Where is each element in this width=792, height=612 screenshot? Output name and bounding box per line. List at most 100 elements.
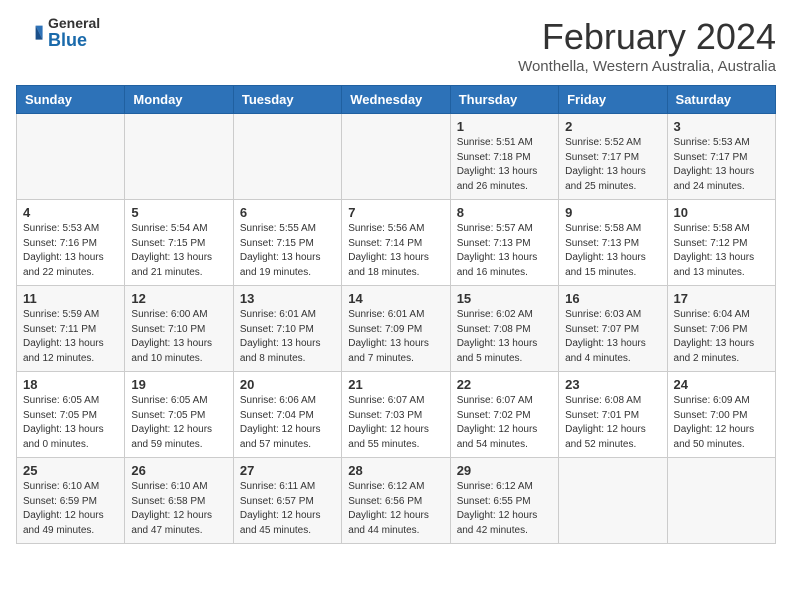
- table-row: [233, 114, 341, 200]
- table-row: 13Sunrise: 6:01 AM Sunset: 7:10 PM Dayli…: [233, 286, 341, 372]
- day-info: Sunrise: 6:09 AM Sunset: 7:00 PM Dayligh…: [674, 394, 769, 452]
- day-number: 20: [240, 377, 335, 392]
- logo-text: General Blue: [48, 16, 100, 51]
- table-row: 28Sunrise: 6:12 AM Sunset: 6:56 PM Dayli…: [342, 458, 450, 544]
- day-info: Sunrise: 5:55 AM Sunset: 7:15 PM Dayligh…: [240, 222, 335, 280]
- day-number: 19: [131, 377, 226, 392]
- table-row: 2Sunrise: 5:52 AM Sunset: 7:17 PM Daylig…: [559, 114, 667, 200]
- day-number: 18: [23, 377, 118, 392]
- day-info: Sunrise: 6:10 AM Sunset: 6:58 PM Dayligh…: [131, 480, 226, 538]
- day-number: 22: [457, 377, 552, 392]
- day-info: Sunrise: 6:10 AM Sunset: 6:59 PM Dayligh…: [23, 480, 118, 538]
- week-row-5: 25 Sunrise: 6:10 AM Sunset: 6:59 PM Dayli…: [17, 458, 776, 544]
- day-info: Sunrise: 6:05 AM Sunset: 7:05 PM Dayligh…: [131, 394, 226, 452]
- page-header: General Blue February 2024 Wonthella, We…: [16, 16, 776, 75]
- logo-general-text: General: [48, 16, 100, 31]
- day-info: Sunrise: 5:58 AM Sunset: 7:12 PM Dayligh…: [674, 222, 769, 280]
- table-row: 5 Sunrise: 5:54 AM Sunset: 7:15 PM Daylig…: [125, 200, 233, 286]
- day-number: 17: [674, 291, 769, 306]
- table-row: 15Sunrise: 6:02 AM Sunset: 7:08 PM Dayli…: [450, 286, 558, 372]
- table-row: 6 Sunrise: 5:55 AM Sunset: 7:15 PM Daylig…: [233, 200, 341, 286]
- day-number: 8: [457, 205, 552, 220]
- day-info: Sunrise: 6:04 AM Sunset: 7:06 PM Dayligh…: [674, 308, 769, 366]
- week-row-2: 4 Sunrise: 5:53 AM Sunset: 7:16 PM Daylig…: [17, 200, 776, 286]
- calendar-header-row: Sunday Monday Tuesday Wednesday Thursday…: [17, 86, 776, 114]
- day-info: Sunrise: 5:52 AM Sunset: 7:17 PM Dayligh…: [565, 136, 660, 194]
- table-row: 1Sunrise: 5:51 AM Sunset: 7:18 PM Daylig…: [450, 114, 558, 200]
- table-row: [342, 114, 450, 200]
- week-row-1: 1Sunrise: 5:51 AM Sunset: 7:18 PM Daylig…: [17, 114, 776, 200]
- day-info: Sunrise: 5:54 AM Sunset: 7:15 PM Dayligh…: [131, 222, 226, 280]
- day-number: 14: [348, 291, 443, 306]
- table-row: [667, 458, 775, 544]
- day-info: Sunrise: 6:06 AM Sunset: 7:04 PM Dayligh…: [240, 394, 335, 452]
- table-row: [125, 114, 233, 200]
- day-info: Sunrise: 6:01 AM Sunset: 7:09 PM Dayligh…: [348, 308, 443, 366]
- day-info: Sunrise: 5:57 AM Sunset: 7:13 PM Dayligh…: [457, 222, 552, 280]
- location-subtitle: Wonthella, Western Australia, Australia: [518, 58, 776, 75]
- day-info: Sunrise: 5:56 AM Sunset: 7:14 PM Dayligh…: [348, 222, 443, 280]
- day-info: Sunrise: 6:02 AM Sunset: 7:08 PM Dayligh…: [457, 308, 552, 366]
- day-number: 24: [674, 377, 769, 392]
- day-number: 16: [565, 291, 660, 306]
- day-number: 4: [23, 205, 118, 220]
- day-info: Sunrise: 6:07 AM Sunset: 7:02 PM Dayligh…: [457, 394, 552, 452]
- table-row: 18 Sunrise: 6:05 AM Sunset: 7:05 PM Dayli…: [17, 372, 125, 458]
- logo: General Blue: [16, 16, 100, 51]
- calendar-table: Sunday Monday Tuesday Wednesday Thursday…: [16, 85, 776, 544]
- table-row: 29 Sunrise: 6:12 AM Sunset: 6:55 PM Dayli…: [450, 458, 558, 544]
- day-info: Sunrise: 6:03 AM Sunset: 7:07 PM Dayligh…: [565, 308, 660, 366]
- day-info: Sunrise: 5:59 AM Sunset: 7:11 PM Dayligh…: [23, 308, 118, 366]
- day-number: 6: [240, 205, 335, 220]
- day-info: Sunrise: 6:12 AM Sunset: 6:55 PM Dayligh…: [457, 480, 552, 538]
- day-info: Sunrise: 6:07 AM Sunset: 7:03 PM Dayligh…: [348, 394, 443, 452]
- col-monday: Monday: [125, 86, 233, 114]
- day-number: 26: [131, 463, 226, 478]
- table-row: 22 Sunrise: 6:07 AM Sunset: 7:02 PM Dayli…: [450, 372, 558, 458]
- col-sunday: Sunday: [17, 86, 125, 114]
- table-row: 21 Sunrise: 6:07 AM Sunset: 7:03 PM Dayli…: [342, 372, 450, 458]
- day-number: 25: [23, 463, 118, 478]
- day-number: 10: [674, 205, 769, 220]
- day-info: Sunrise: 5:58 AM Sunset: 7:13 PM Dayligh…: [565, 222, 660, 280]
- table-row: 14 Sunrise: 6:01 AM Sunset: 7:09 PM Dayli…: [342, 286, 450, 372]
- table-row: [17, 114, 125, 200]
- table-row: 9Sunrise: 5:58 AM Sunset: 7:13 PM Daylig…: [559, 200, 667, 286]
- table-row: 7Sunrise: 5:56 AM Sunset: 7:14 PM Daylig…: [342, 200, 450, 286]
- table-row: 19 Sunrise: 6:05 AM Sunset: 7:05 PM Dayli…: [125, 372, 233, 458]
- day-number: 1: [457, 119, 552, 134]
- logo-blue-text: Blue: [48, 31, 100, 51]
- col-tuesday: Tuesday: [233, 86, 341, 114]
- col-friday: Friday: [559, 86, 667, 114]
- table-row: 11Sunrise: 5:59 AM Sunset: 7:11 PM Dayli…: [17, 286, 125, 372]
- week-row-3: 11Sunrise: 5:59 AM Sunset: 7:11 PM Dayli…: [17, 286, 776, 372]
- table-row: 12 Sunrise: 6:00 AM Sunset: 7:10 PM Dayli…: [125, 286, 233, 372]
- day-number: 3: [674, 119, 769, 134]
- day-number: 29: [457, 463, 552, 478]
- table-row: [559, 458, 667, 544]
- day-info: Sunrise: 6:11 AM Sunset: 6:57 PM Dayligh…: [240, 480, 335, 538]
- day-number: 27: [240, 463, 335, 478]
- day-number: 21: [348, 377, 443, 392]
- day-number: 12: [131, 291, 226, 306]
- col-wednesday: Wednesday: [342, 86, 450, 114]
- day-info: Sunrise: 6:00 AM Sunset: 7:10 PM Dayligh…: [131, 308, 226, 366]
- day-info: Sunrise: 6:12 AM Sunset: 6:56 PM Dayligh…: [348, 480, 443, 538]
- week-row-4: 18 Sunrise: 6:05 AM Sunset: 7:05 PM Dayli…: [17, 372, 776, 458]
- title-block: February 2024 Wonthella, Western Austral…: [518, 16, 776, 75]
- day-number: 5: [131, 205, 226, 220]
- table-row: 20 Sunrise: 6:06 AM Sunset: 7:04 PM Dayli…: [233, 372, 341, 458]
- day-info: Sunrise: 6:01 AM Sunset: 7:10 PM Dayligh…: [240, 308, 335, 366]
- month-title: February 2024: [518, 16, 776, 58]
- col-thursday: Thursday: [450, 86, 558, 114]
- table-row: 4 Sunrise: 5:53 AM Sunset: 7:16 PM Daylig…: [17, 200, 125, 286]
- table-row: 26 Sunrise: 6:10 AM Sunset: 6:58 PM Dayli…: [125, 458, 233, 544]
- table-row: 3Sunrise: 5:53 AM Sunset: 7:17 PM Daylig…: [667, 114, 775, 200]
- table-row: 8 Sunrise: 5:57 AM Sunset: 7:13 PM Daylig…: [450, 200, 558, 286]
- table-row: 24 Sunrise: 6:09 AM Sunset: 7:00 PM Dayli…: [667, 372, 775, 458]
- col-saturday: Saturday: [667, 86, 775, 114]
- day-info: Sunrise: 6:05 AM Sunset: 7:05 PM Dayligh…: [23, 394, 118, 452]
- table-row: 10 Sunrise: 5:58 AM Sunset: 7:12 PM Dayli…: [667, 200, 775, 286]
- day-info: Sunrise: 5:53 AM Sunset: 7:16 PM Dayligh…: [23, 222, 118, 280]
- table-row: 16 Sunrise: 6:03 AM Sunset: 7:07 PM Dayli…: [559, 286, 667, 372]
